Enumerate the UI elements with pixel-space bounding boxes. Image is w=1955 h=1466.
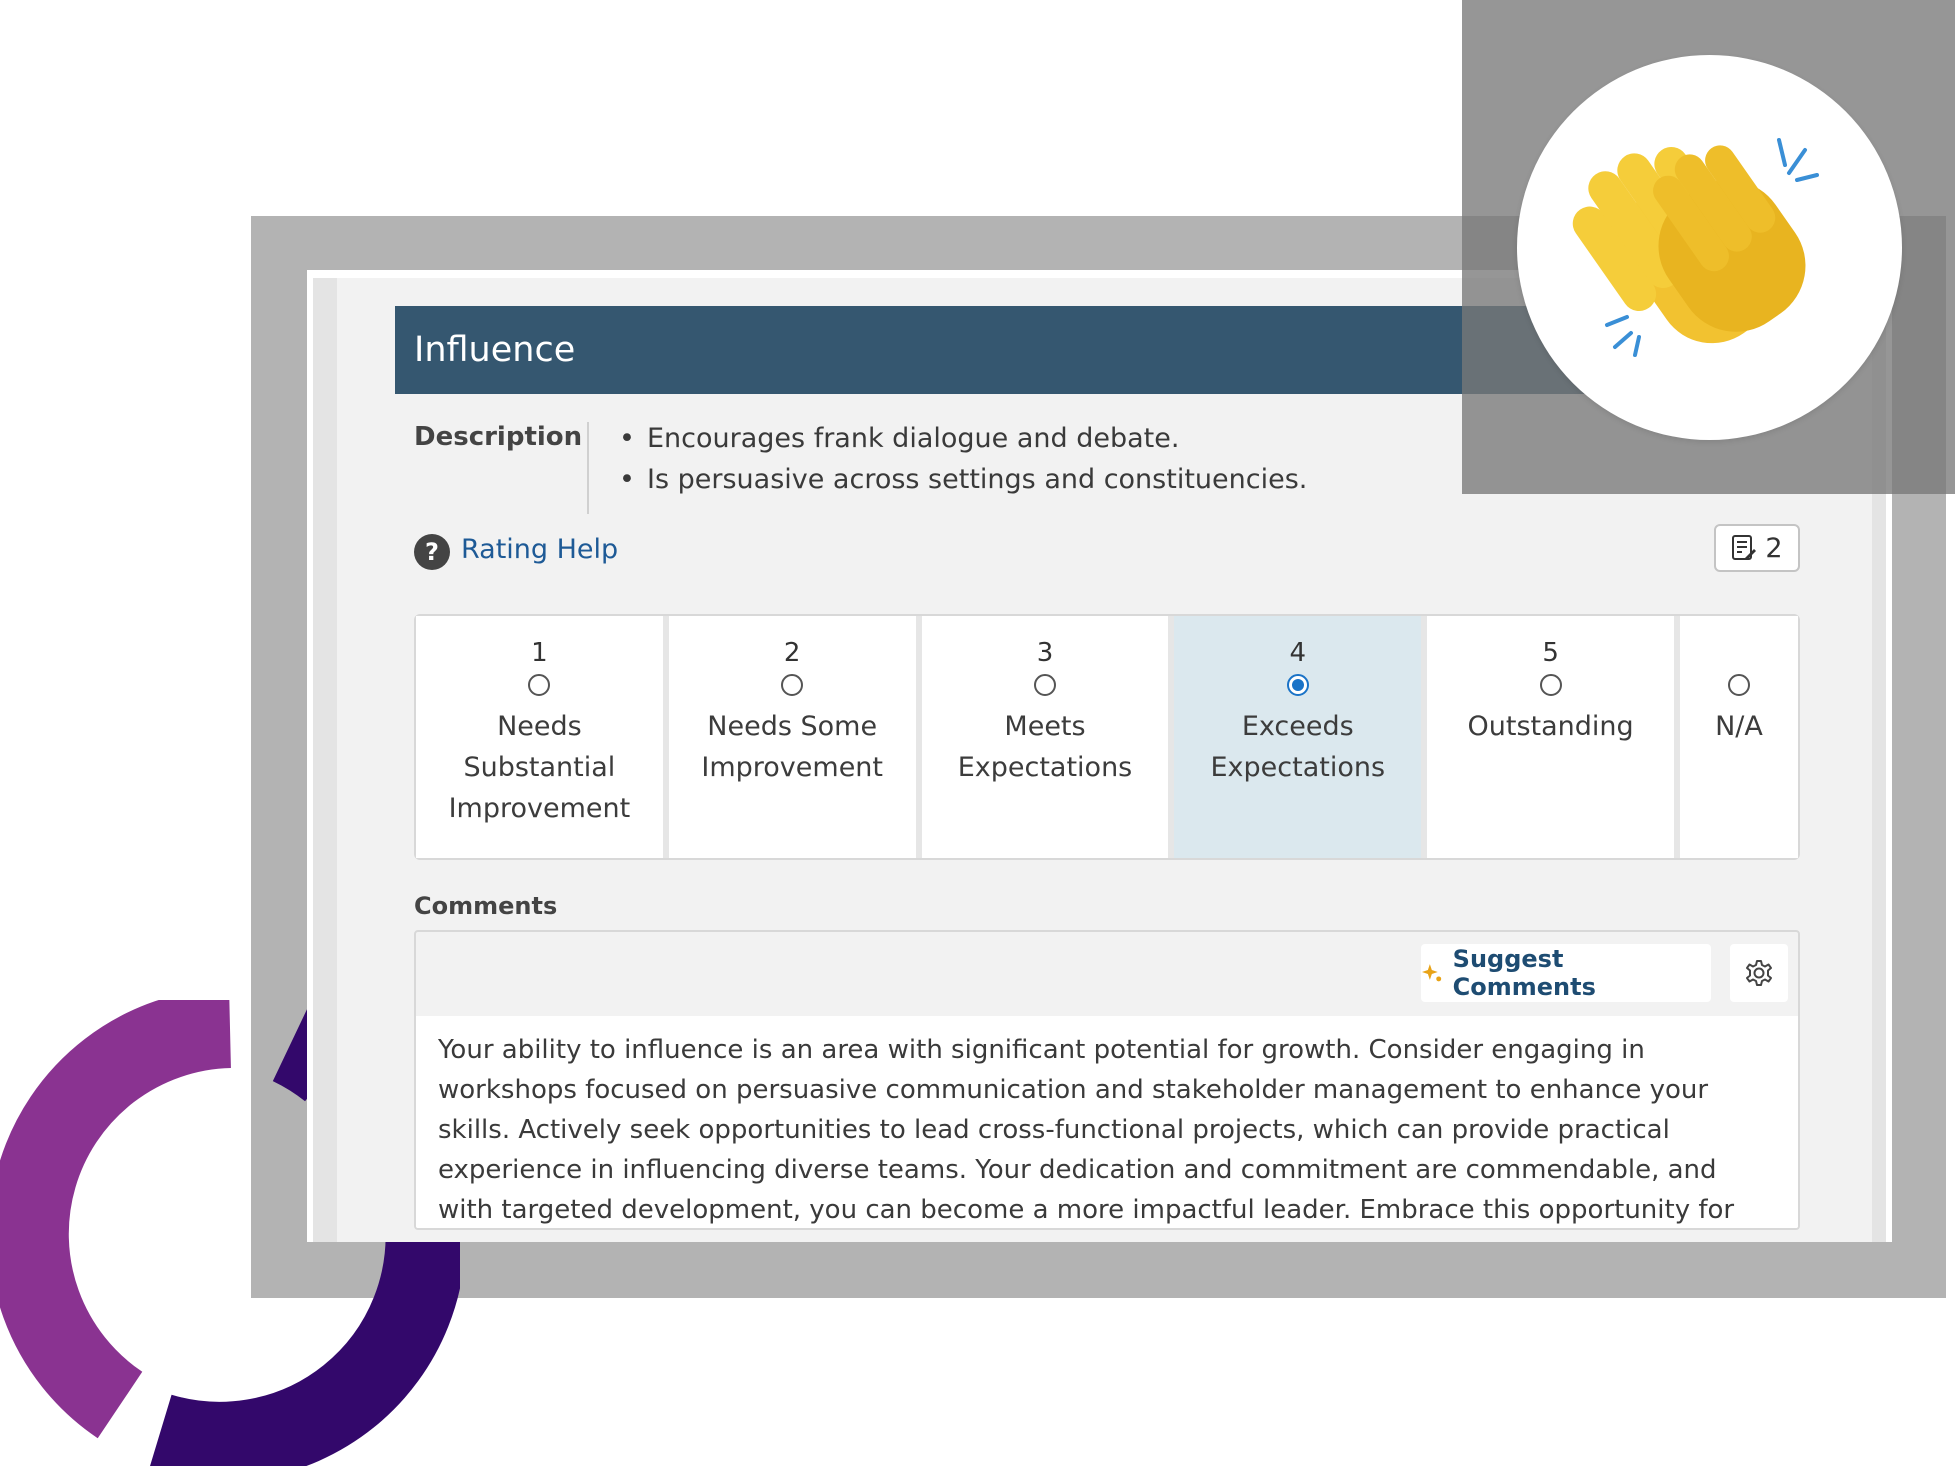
notes-button[interactable]: 2 [1714, 524, 1800, 572]
rating-option-1[interactable]: 1 Needs Substantial Improvement [416, 616, 663, 858]
rating-scale: 1 Needs Substantial Improvement 2 Needs … [414, 614, 1800, 860]
rating-label: Needs Some Improvement [701, 711, 884, 783]
rating-help-row: ? Rating Help 2 [395, 524, 1800, 592]
rating-option-5[interactable]: 5 Outstanding [1427, 616, 1674, 858]
rating-number: 3 [1036, 638, 1054, 668]
comments-box: Suggest Comments Your ability to influen… [414, 930, 1800, 1230]
rating-number [1680, 638, 1798, 668]
rating-radio-selected[interactable] [1286, 674, 1309, 696]
rating-label: Meets Expectations [957, 711, 1133, 783]
suggest-comments-button[interactable]: Suggest Comments [1421, 944, 1711, 1002]
sparkle-icon [1421, 964, 1442, 982]
comments-settings-button[interactable] [1730, 944, 1788, 1002]
rating-label: Outstanding [1467, 711, 1634, 742]
rating-label: N/A [1715, 711, 1763, 742]
rating-option-3[interactable]: 3 Meets Expectations [921, 616, 1169, 858]
clap-badge [1517, 55, 1902, 440]
comment-textarea[interactable]: Your ability to influence is an area wit… [416, 1016, 1798, 1228]
rating-label: Exceeds Expectations [1210, 711, 1386, 783]
rating-option-2[interactable]: 2 Needs Some Improvement [668, 616, 916, 858]
rating-option-na[interactable]: N/A [1679, 616, 1798, 858]
rating-radio[interactable] [528, 674, 551, 696]
description-item: Is persuasive across settings and consti… [619, 463, 1307, 504]
clapping-hands-icon [1572, 138, 1819, 357]
note-edit-icon [1732, 535, 1757, 560]
notes-count: 2 [1765, 532, 1783, 564]
rating-number: 5 [1542, 638, 1559, 668]
rating-label: Needs Substantial Improvement [448, 711, 631, 824]
rating-radio[interactable] [1539, 674, 1562, 696]
comments-toolbar: Suggest Comments [416, 932, 1798, 1016]
rating-radio[interactable] [781, 674, 804, 696]
suggest-comments-label: Suggest Comments [1452, 945, 1596, 1001]
comments-title: Comments [414, 892, 558, 920]
question-icon: ? [414, 534, 450, 570]
rating-number: 4 [1289, 638, 1307, 668]
description-label: Description [414, 422, 583, 452]
description-divider [587, 422, 589, 514]
description-item: Encourages frank dialogue and debate. [619, 422, 1307, 463]
rating-number: 1 [531, 638, 548, 668]
description-list: Encourages frank dialogue and debate. Is… [619, 422, 1307, 504]
rating-radio[interactable] [1727, 674, 1750, 696]
rating-option-4[interactable]: 4 Exceeds Expectations [1174, 616, 1422, 858]
gear-icon [1746, 960, 1772, 986]
rating-number: 2 [783, 638, 801, 668]
rating-radio[interactable] [1033, 674, 1056, 696]
rating-help-link[interactable]: Rating Help [461, 534, 618, 565]
